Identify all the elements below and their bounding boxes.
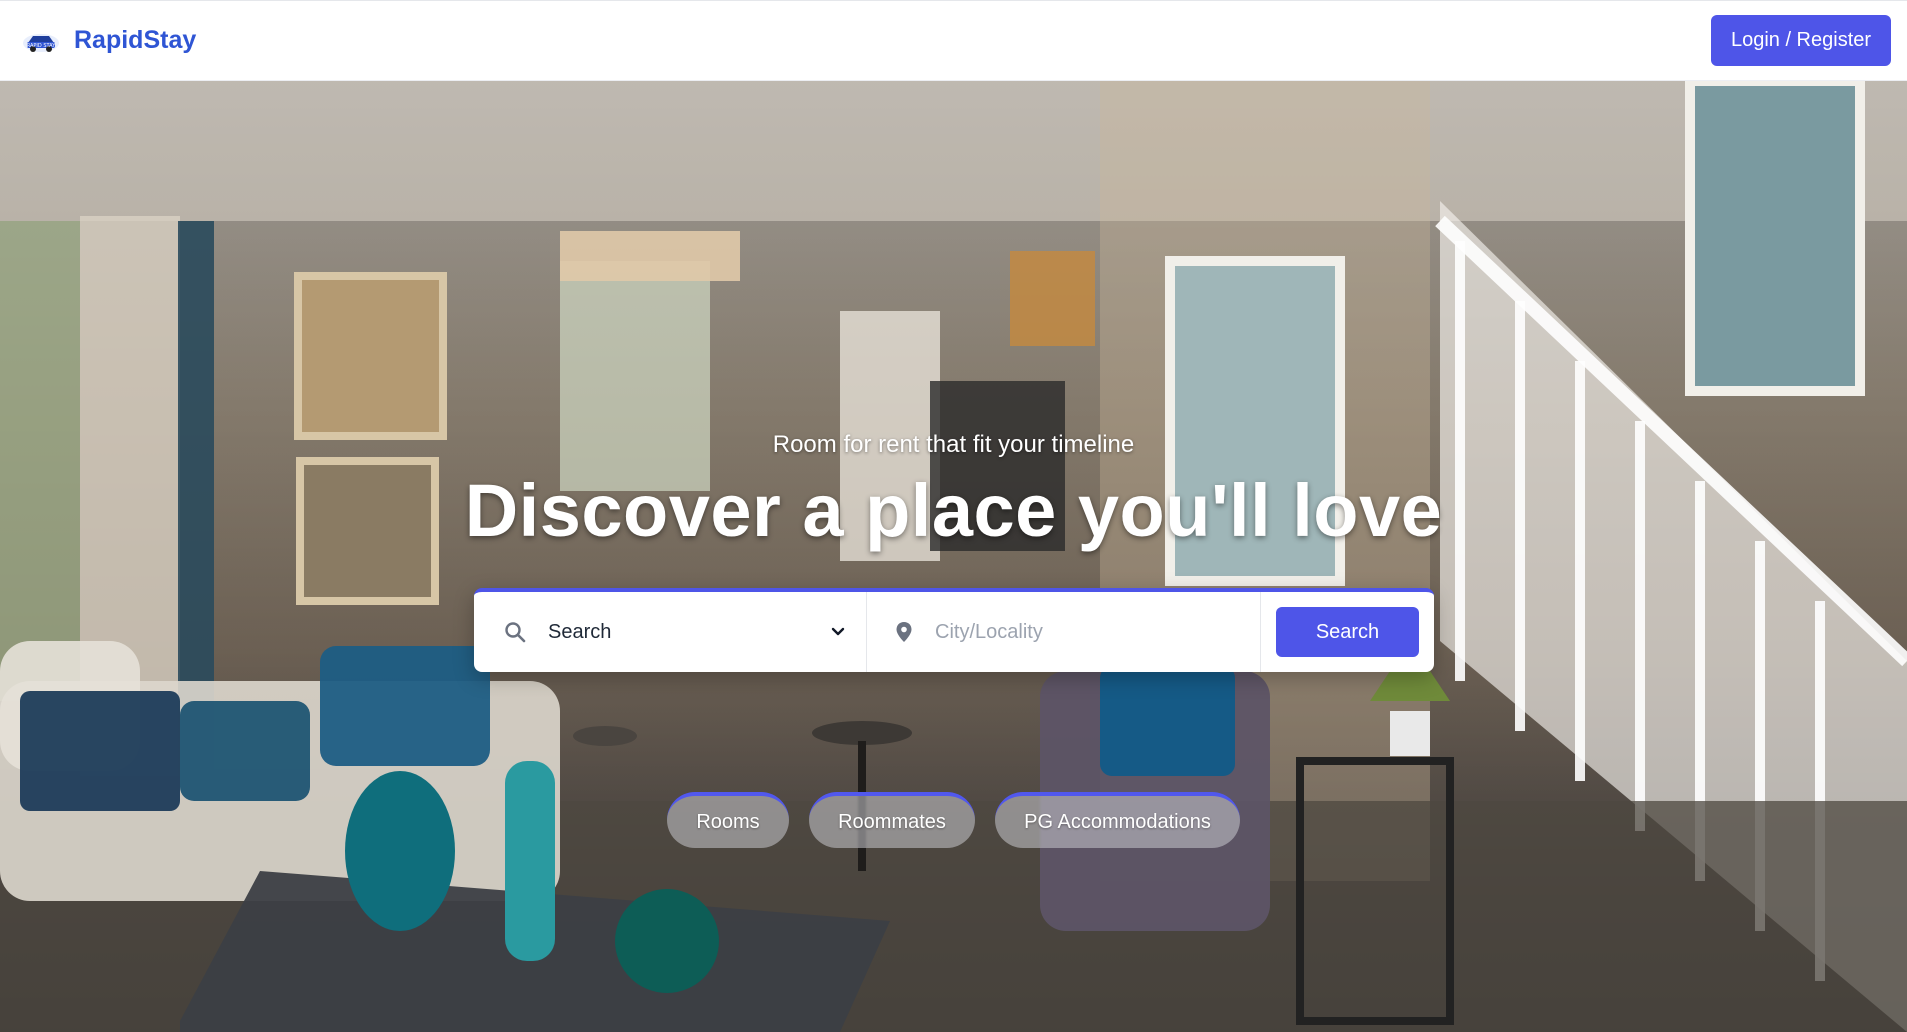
location-pin-icon — [896, 622, 912, 642]
svg-text:RAPID STAY: RAPID STAY — [27, 43, 56, 49]
hero-title: Discover a place you'll love — [464, 469, 1443, 552]
category-roommates-button[interactable]: Roommates — [809, 792, 975, 848]
search-type-dropdown[interactable]: Search — [474, 592, 867, 672]
search-type-selected: Search — [548, 620, 612, 643]
car-logo-icon: RAPID STAY — [23, 33, 59, 52]
hero-section: Room for rent that fit your timeline Dis… — [0, 81, 1907, 1032]
search-button[interactable]: Search — [1276, 607, 1419, 657]
chevron-down-icon[interactable] — [830, 626, 846, 638]
search-icon — [505, 622, 526, 643]
city-locality-input[interactable] — [935, 620, 1240, 644]
category-rooms-button[interactable]: Rooms — [667, 792, 789, 848]
living-room-background-image — [0, 81, 1907, 1032]
login-register-button[interactable]: Login / Register — [1711, 15, 1891, 66]
top-navbar: RAPID STAY RapidStay Login / Register — [0, 0, 1907, 81]
category-pills: Rooms Roommates PG Accommodations — [0, 792, 1907, 848]
category-pg-accommodations-button[interactable]: PG Accommodations — [995, 792, 1240, 848]
hero-subtitle: Room for rent that fit your timeline — [772, 431, 1135, 458]
brand[interactable]: RAPID STAY RapidStay — [22, 26, 196, 56]
brand-name[interactable]: RapidStay — [74, 26, 196, 55]
search-bar: Search Search — [474, 588, 1434, 672]
search-button-wrap: Search — [1261, 592, 1434, 672]
city-locality-field[interactable] — [867, 592, 1261, 672]
